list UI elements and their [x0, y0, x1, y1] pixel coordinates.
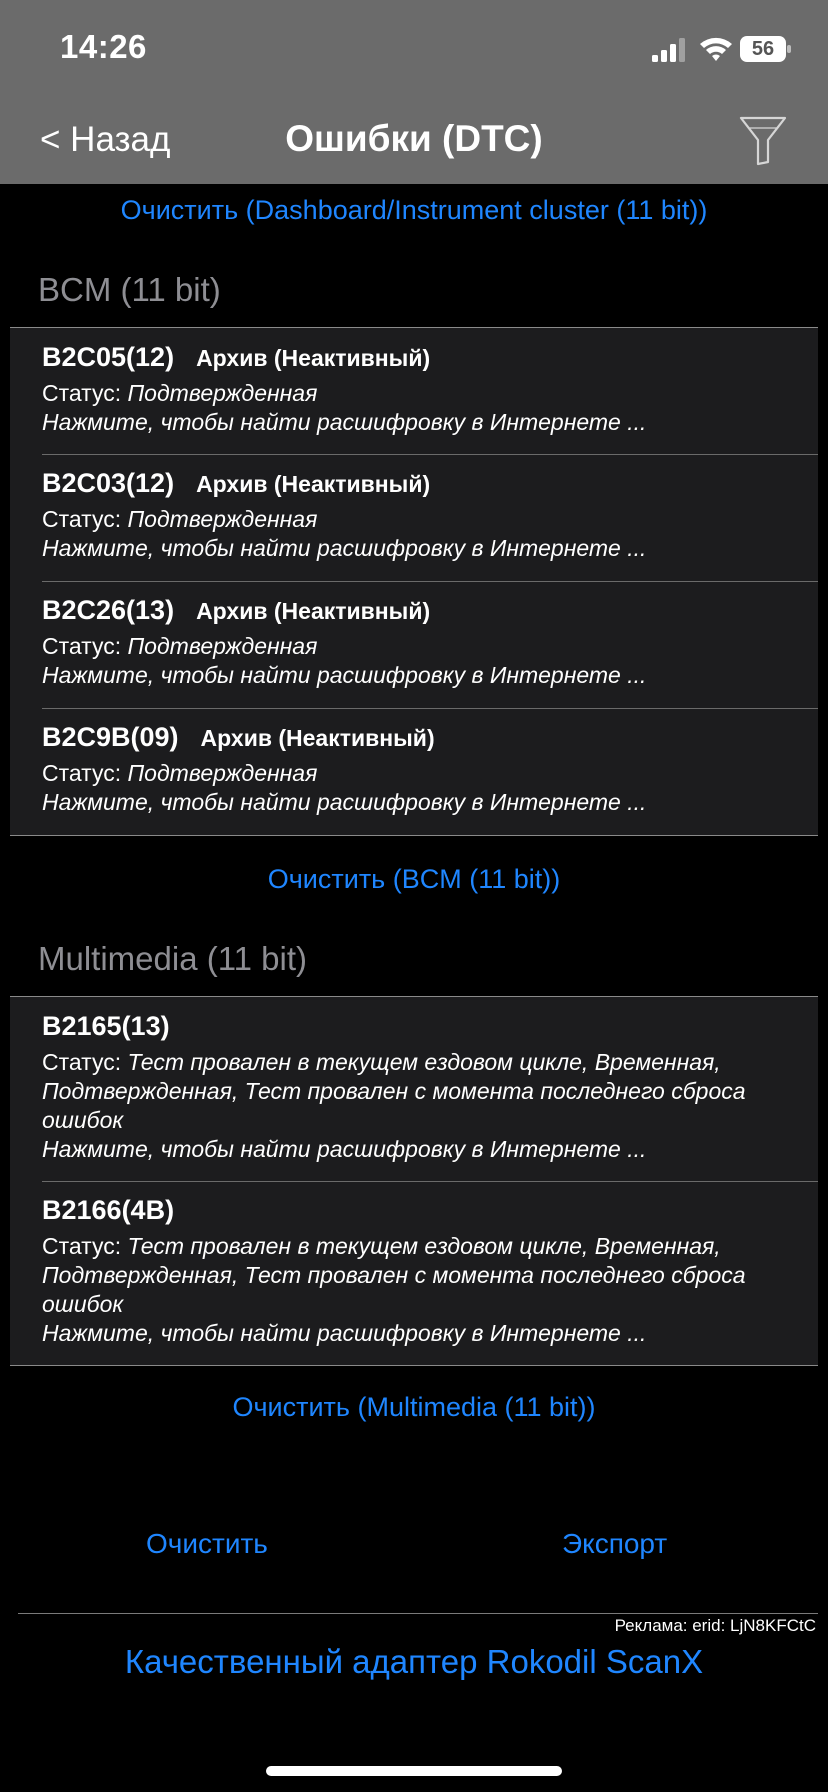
status-label: Статус: [42, 760, 128, 786]
dtc-state: Архив (Неактивный) [196, 345, 431, 371]
search-hint: Нажмите, чтобы найти расшифровку в Интер… [42, 662, 647, 688]
status-value: Подтвержденная [127, 633, 318, 659]
ad-label: Реклама: erid: LjN8KFCtC [614, 1616, 816, 1635]
dtc-code: B2C26(13) [42, 595, 175, 625]
status-label: Статус: [42, 506, 128, 532]
status-label: Статус: [42, 1233, 128, 1259]
page-title: Ошибки (DTC) [285, 118, 543, 159]
status-value: Подтвержденная [127, 506, 318, 532]
dtc-code: B2C05(12) [42, 342, 175, 372]
ad-divider [18, 1613, 818, 1614]
search-hint: Нажмите, чтобы найти расшифровку в Интер… [42, 1136, 647, 1162]
dtc-row[interactable]: B2165(13) Статус: Тест провален в текуще… [10, 997, 818, 1181]
section-header-multimedia: Multimedia (11 bit) [38, 940, 307, 977]
status-label: Статус: [42, 380, 128, 406]
dtc-row[interactable]: B2C26(13) Архив (Неактивный) Статус: Подт… [10, 581, 818, 708]
search-hint: Нажмите, чтобы найти расшифровку в Интер… [42, 1320, 647, 1346]
nav-bar: < Назад Ошибки (DTC) [0, 96, 828, 184]
home-indicator[interactable] [266, 1766, 562, 1776]
status-time: 14:26 [60, 28, 147, 65]
dtc-row[interactable]: B2C9B(09) Архив (Неактивный) Статус: Подт… [10, 708, 818, 835]
dtc-state: Архив (Неактивный) [196, 471, 431, 497]
clear-bcm-button[interactable]: Очистить (BCM (11 bit)) [0, 864, 828, 895]
dtc-code: B2C9B(09) [42, 722, 179, 752]
dtc-row[interactable]: B2C05(12) Архив (Неактивный) Статус: Подт… [10, 328, 818, 454]
dtc-code: B2165(13) [42, 1011, 170, 1041]
search-hint: Нажмите, чтобы найти расшифровку в Интер… [42, 535, 647, 561]
status-value: Подтвержденная [127, 380, 318, 406]
status-label: Статус: [42, 633, 128, 659]
battery-icon: 56 [740, 36, 792, 62]
dtc-group-multimedia: B2165(13) Статус: Тест провален в текуще… [10, 996, 818, 1366]
dtc-row[interactable]: B2166(4B) Статус: Тест провален в текуще… [10, 1181, 818, 1365]
dtc-row[interactable]: B2C03(12) Архив (Неактивный) Статус: Подт… [10, 454, 818, 581]
dtc-code: B2166(4B) [42, 1195, 175, 1225]
search-hint: Нажмите, чтобы найти расшифровку в Интер… [42, 409, 647, 435]
search-hint: Нажмите, чтобы найти расшифровку в Интер… [42, 789, 647, 815]
status-bar: 14:26 56 [0, 0, 828, 96]
battery-level: 56 [751, 38, 775, 60]
clear-all-button[interactable]: Очистить [146, 1528, 268, 1560]
dtc-state: Архив (Неактивный) [200, 725, 435, 751]
dtc-code: B2C03(12) [42, 468, 175, 498]
ad-link[interactable]: Качественный адаптер Rokodil ScanX [0, 1643, 828, 1681]
clear-dashboard-button[interactable]: Очистить (Dashboard/Instrument cluster (… [0, 195, 828, 226]
dtc-state: Архив (Неактивный) [196, 598, 431, 624]
status-value: Тест провален в текущем ездовом цикле, В… [42, 1049, 746, 1133]
wifi-icon [700, 37, 732, 61]
status-value: Тест провален в текущем ездовом цикле, В… [42, 1233, 746, 1317]
export-button[interactable]: Экспорт [562, 1528, 667, 1560]
section-header-bcm: BCM (11 bit) [38, 271, 221, 308]
clear-multimedia-button[interactable]: Очистить (Multimedia (11 bit)) [0, 1392, 828, 1423]
status-label: Статус: [42, 1049, 128, 1075]
dtc-group-bcm: B2C05(12) Архив (Неактивный) Статус: Подт… [10, 327, 818, 836]
filter-funnel-icon[interactable] [738, 114, 788, 168]
status-value: Подтвержденная [127, 760, 318, 786]
cellular-signal-icon [652, 38, 685, 62]
